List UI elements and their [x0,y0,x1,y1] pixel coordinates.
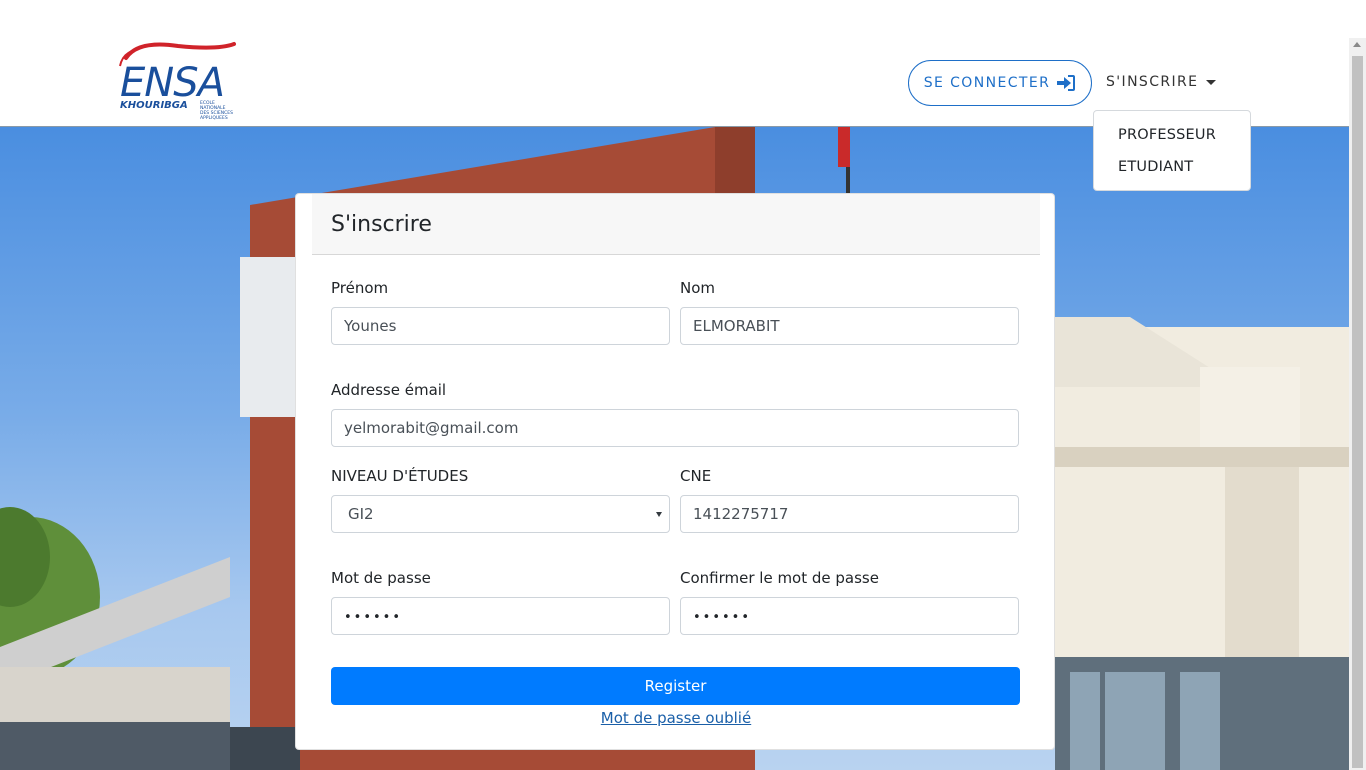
ensa-khouribga-logo[interactable]: ENSA KHOURIBGA ECOLE NATIONALE DES SCIEN… [118,38,244,124]
register-button[interactable]: Register [331,667,1020,705]
page-scrollbar[interactable] [1349,38,1366,770]
sign-in-icon [1056,74,1076,92]
card-header: S'inscrire [312,194,1040,255]
navbar: ENSA KHOURIBGA ECOLE NATIONALE DES SCIEN… [0,0,1349,127]
dropdown-item-etudiant[interactable]: ETUDIANT [1094,156,1250,188]
cne-value: 1412275717 [693,505,789,523]
dropdown-item-professeur[interactable]: PROFESSEUR [1094,124,1250,156]
signup-dropdown-menu: PROFESSEUR ETUDIANT [1093,110,1251,191]
password-label: Mot de passe [331,569,431,587]
first-name-label: Prénom [331,279,389,297]
first-name-input[interactable]: Younes [331,307,670,345]
cne-label: CNE [680,467,712,485]
password-input[interactable]: •••••• [331,597,670,635]
email-label: Addresse émail [331,381,447,399]
card-title: S'inscrire [331,212,432,237]
forgot-password-link[interactable]: Mot de passe oublié [296,709,1056,727]
password-value: •••••• [344,610,403,625]
confirm-password-value: •••••• [693,610,752,625]
caret-down-icon [1206,80,1217,85]
confirm-password-label: Confirmer le mot de passe [680,569,879,587]
last-name-value: ELMORABIT [693,317,780,335]
level-select[interactable]: GI2 [331,495,670,533]
level-value: GI2 [348,505,374,523]
email-input[interactable]: yelmorabit@gmail.com [331,409,1019,447]
first-name-value: Younes [344,317,397,335]
last-name-label: Nom [680,279,716,297]
cne-input[interactable]: 1412275717 [680,495,1019,533]
signup-dropdown-toggle[interactable]: S'INSCRIRE [1106,70,1217,94]
confirm-password-input[interactable]: •••••• [680,597,1019,635]
login-button[interactable]: SE CONNECTER [908,60,1092,106]
scrollbar-thumb[interactable] [1352,56,1363,768]
register-label: Register [644,677,707,695]
svg-text:APPLIQUEES: APPLIQUEES [200,115,228,121]
last-name-input[interactable]: ELMORABIT [680,307,1019,345]
signup-label: S'INSCRIRE [1106,74,1199,90]
svg-text:KHOURIBGA: KHOURIBGA [120,100,188,111]
select-arrow-icon [656,512,662,517]
signup-card: S'inscrire Prénom Younes Nom ELMORABIT A… [295,193,1055,750]
login-label: SE CONNECTER [923,75,1051,91]
email-value: yelmorabit@gmail.com [344,419,519,437]
scroll-up-arrow-icon[interactable] [1353,42,1361,47]
level-label: NIVEAU D'ÉTUDES [331,467,469,485]
